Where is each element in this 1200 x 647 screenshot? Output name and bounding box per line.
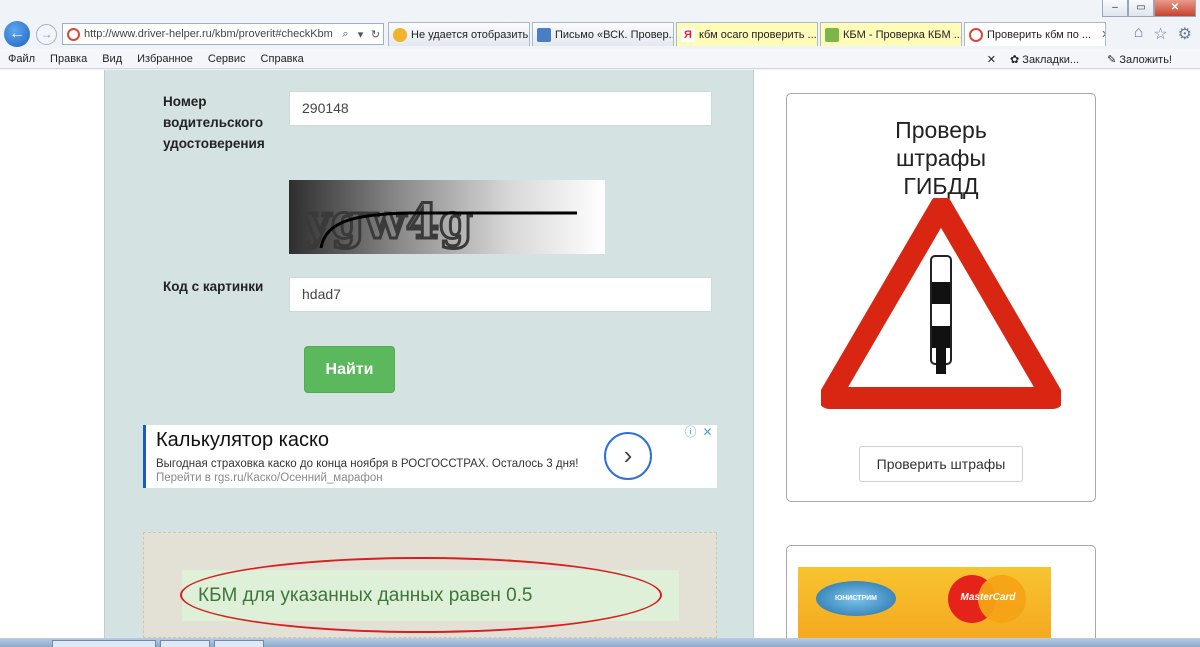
refresh-icon[interactable]: ↻ bbox=[368, 28, 383, 41]
favorites-star-icon[interactable]: ☆ bbox=[1153, 24, 1167, 44]
captcha-graphic: ygw4g bbox=[301, 193, 577, 252]
tab-yandex[interactable]: Я кбм осаго проверить ... bbox=[676, 22, 818, 46]
captcha-image: ygw4g bbox=[289, 180, 605, 254]
address-bar[interactable]: http://www.driver-helper.ru/kbm/proverit… bbox=[62, 23, 384, 45]
unistream-logo: ЮНИСТРИМ bbox=[816, 581, 896, 616]
payment-banner[interactable]: ЮНИСТРИМ MasterCard bbox=[798, 567, 1051, 638]
toolbar-icons: ⌂ ☆ ⚙ bbox=[1134, 24, 1192, 44]
maximize-button[interactable]: ▭ bbox=[1128, 0, 1154, 17]
ad-title[interactable]: Калькулятор каско bbox=[156, 429, 329, 452]
check-fines-button[interactable]: Проверить штрафы bbox=[859, 446, 1023, 482]
fines-widget: Проверь штрафы ГИБДД Проверить штрафы bbox=[786, 93, 1096, 502]
mastercard-logo: MasterCard bbox=[948, 575, 1028, 623]
taskbar-item[interactable] bbox=[214, 640, 264, 647]
back-button[interactable]: ← bbox=[4, 21, 30, 47]
ad-link[interactable]: Перейти в rgs.ru/Каско/Осенний_марафон bbox=[156, 472, 383, 484]
tab-kbm-check[interactable]: КБМ - Проверка КБМ ... bbox=[820, 22, 962, 46]
taskbar-item[interactable] bbox=[52, 640, 156, 647]
tab-active[interactable]: Проверить кбм по ... ✕ bbox=[964, 22, 1106, 46]
dropdown-icon[interactable]: ▾ bbox=[353, 28, 368, 41]
captcha-text: ygw4g bbox=[302, 194, 473, 250]
menu-favorites[interactable]: Избранное bbox=[137, 53, 193, 65]
warning-page-icon bbox=[393, 27, 407, 42]
ad-description: Выгодная страховка каско до конца ноября… bbox=[156, 458, 579, 470]
tab-label: Проверить кбм по ... bbox=[987, 28, 1092, 41]
payment-widget: ЮНИСТРИМ MasterCard bbox=[786, 545, 1096, 638]
ad-banner[interactable]: Калькулятор каско Выгодная страховка кас… bbox=[143, 425, 717, 488]
menu-tools[interactable]: Сервис bbox=[208, 53, 246, 65]
minimize-button[interactable]: – bbox=[1102, 0, 1128, 17]
license-input[interactable]: 290148 bbox=[289, 91, 712, 126]
tab-label: Не удается отобразить... bbox=[411, 28, 530, 41]
tab-label: кбм осаго проверить ... bbox=[699, 28, 817, 41]
site-favicon-icon bbox=[67, 27, 80, 41]
menu-file[interactable]: Файл bbox=[8, 53, 35, 65]
tab-error-page[interactable]: Не удается отобразить... bbox=[388, 22, 530, 46]
gear-icon[interactable]: ⚙ bbox=[1178, 24, 1192, 44]
red-annotation-ellipse bbox=[180, 557, 662, 633]
find-button[interactable]: Найти bbox=[304, 346, 395, 393]
fines-title-text: Проверь штрафы ГИБДД bbox=[895, 117, 987, 199]
bookmarks-button[interactable]: ✿ Закладки... bbox=[1010, 53, 1093, 66]
arrow-left-icon: ← bbox=[9, 25, 25, 42]
captcha-code-input[interactable]: hdad7 bbox=[289, 277, 712, 312]
menu-edit[interactable]: Правка bbox=[50, 53, 87, 65]
ad-close-icon[interactable]: ✕ bbox=[700, 425, 715, 440]
close-bar-icon[interactable]: ✕ bbox=[987, 53, 996, 66]
fines-title: Проверь штрафы ГИБДД bbox=[787, 116, 1095, 200]
tab-strip: Не удается отобразить... Письмо «ВСК. Пр… bbox=[388, 22, 1108, 46]
ad-arrow-button[interactable]: › bbox=[604, 432, 652, 480]
bookmarks-toolbar: ✕ ✿ Закладки... ✎ Заложить! bbox=[987, 49, 1200, 69]
close-tab-icon[interactable]: ✕ bbox=[1101, 28, 1105, 41]
tab-label: КБМ - Проверка КБМ ... bbox=[843, 28, 962, 41]
arrow-right-icon: → bbox=[40, 27, 53, 41]
captcha-code-label: Код с картинки bbox=[163, 279, 264, 294]
home-icon[interactable]: ⌂ bbox=[1134, 24, 1144, 44]
chevron-right-icon: › bbox=[623, 440, 633, 470]
search-icon[interactable]: ⌕ bbox=[338, 28, 353, 41]
forward-button[interactable]: → bbox=[36, 24, 57, 45]
window-controls: – ▭ ✕ bbox=[1102, 0, 1196, 18]
tab-label: Письмо «ВСК. Провер... bbox=[555, 28, 674, 41]
page-content: Номер водительского удостоверения 290148… bbox=[0, 70, 1200, 638]
ad-controls: ⓘ ✕ bbox=[683, 425, 715, 440]
license-label: Номер водительского удостоверения bbox=[163, 94, 265, 151]
address-url[interactable]: http://www.driver-helper.ru/kbm/proverit… bbox=[84, 28, 338, 40]
mail-icon bbox=[537, 27, 551, 42]
mastercard-text: MasterCard bbox=[960, 592, 1016, 603]
yandex-icon: Я bbox=[681, 27, 695, 42]
document-icon bbox=[825, 27, 839, 42]
ad-info-icon[interactable]: ⓘ bbox=[683, 425, 698, 440]
menu-view[interactable]: Вид bbox=[102, 53, 122, 65]
add-bookmark-button[interactable]: ✎ Заложить! bbox=[1107, 53, 1186, 66]
menu-help[interactable]: Справка bbox=[261, 53, 304, 65]
tab-mail[interactable]: Письмо «ВСК. Провер... bbox=[532, 22, 674, 46]
site-icon bbox=[969, 27, 983, 42]
bookmarks-label: Закладки... bbox=[1022, 53, 1080, 66]
taskbar bbox=[0, 638, 1200, 647]
taskbar-item[interactable] bbox=[160, 640, 210, 647]
ad-text: Выгодная страховка каско до конца ноября… bbox=[156, 457, 596, 485]
warning-sign-icon bbox=[821, 198, 1061, 409]
add-bookmark-label: Заложить! bbox=[1119, 53, 1172, 66]
kbm-form-panel: Номер водительского удостоверения 290148… bbox=[104, 70, 754, 638]
menu-bar: Файл Правка Вид Избранное Сервис Справка… bbox=[0, 49, 1200, 69]
browser-chrome: – ▭ ✕ ← → http://www.driver-helper.ru/kb… bbox=[0, 0, 1200, 70]
close-window-button[interactable]: ✕ bbox=[1154, 0, 1196, 17]
